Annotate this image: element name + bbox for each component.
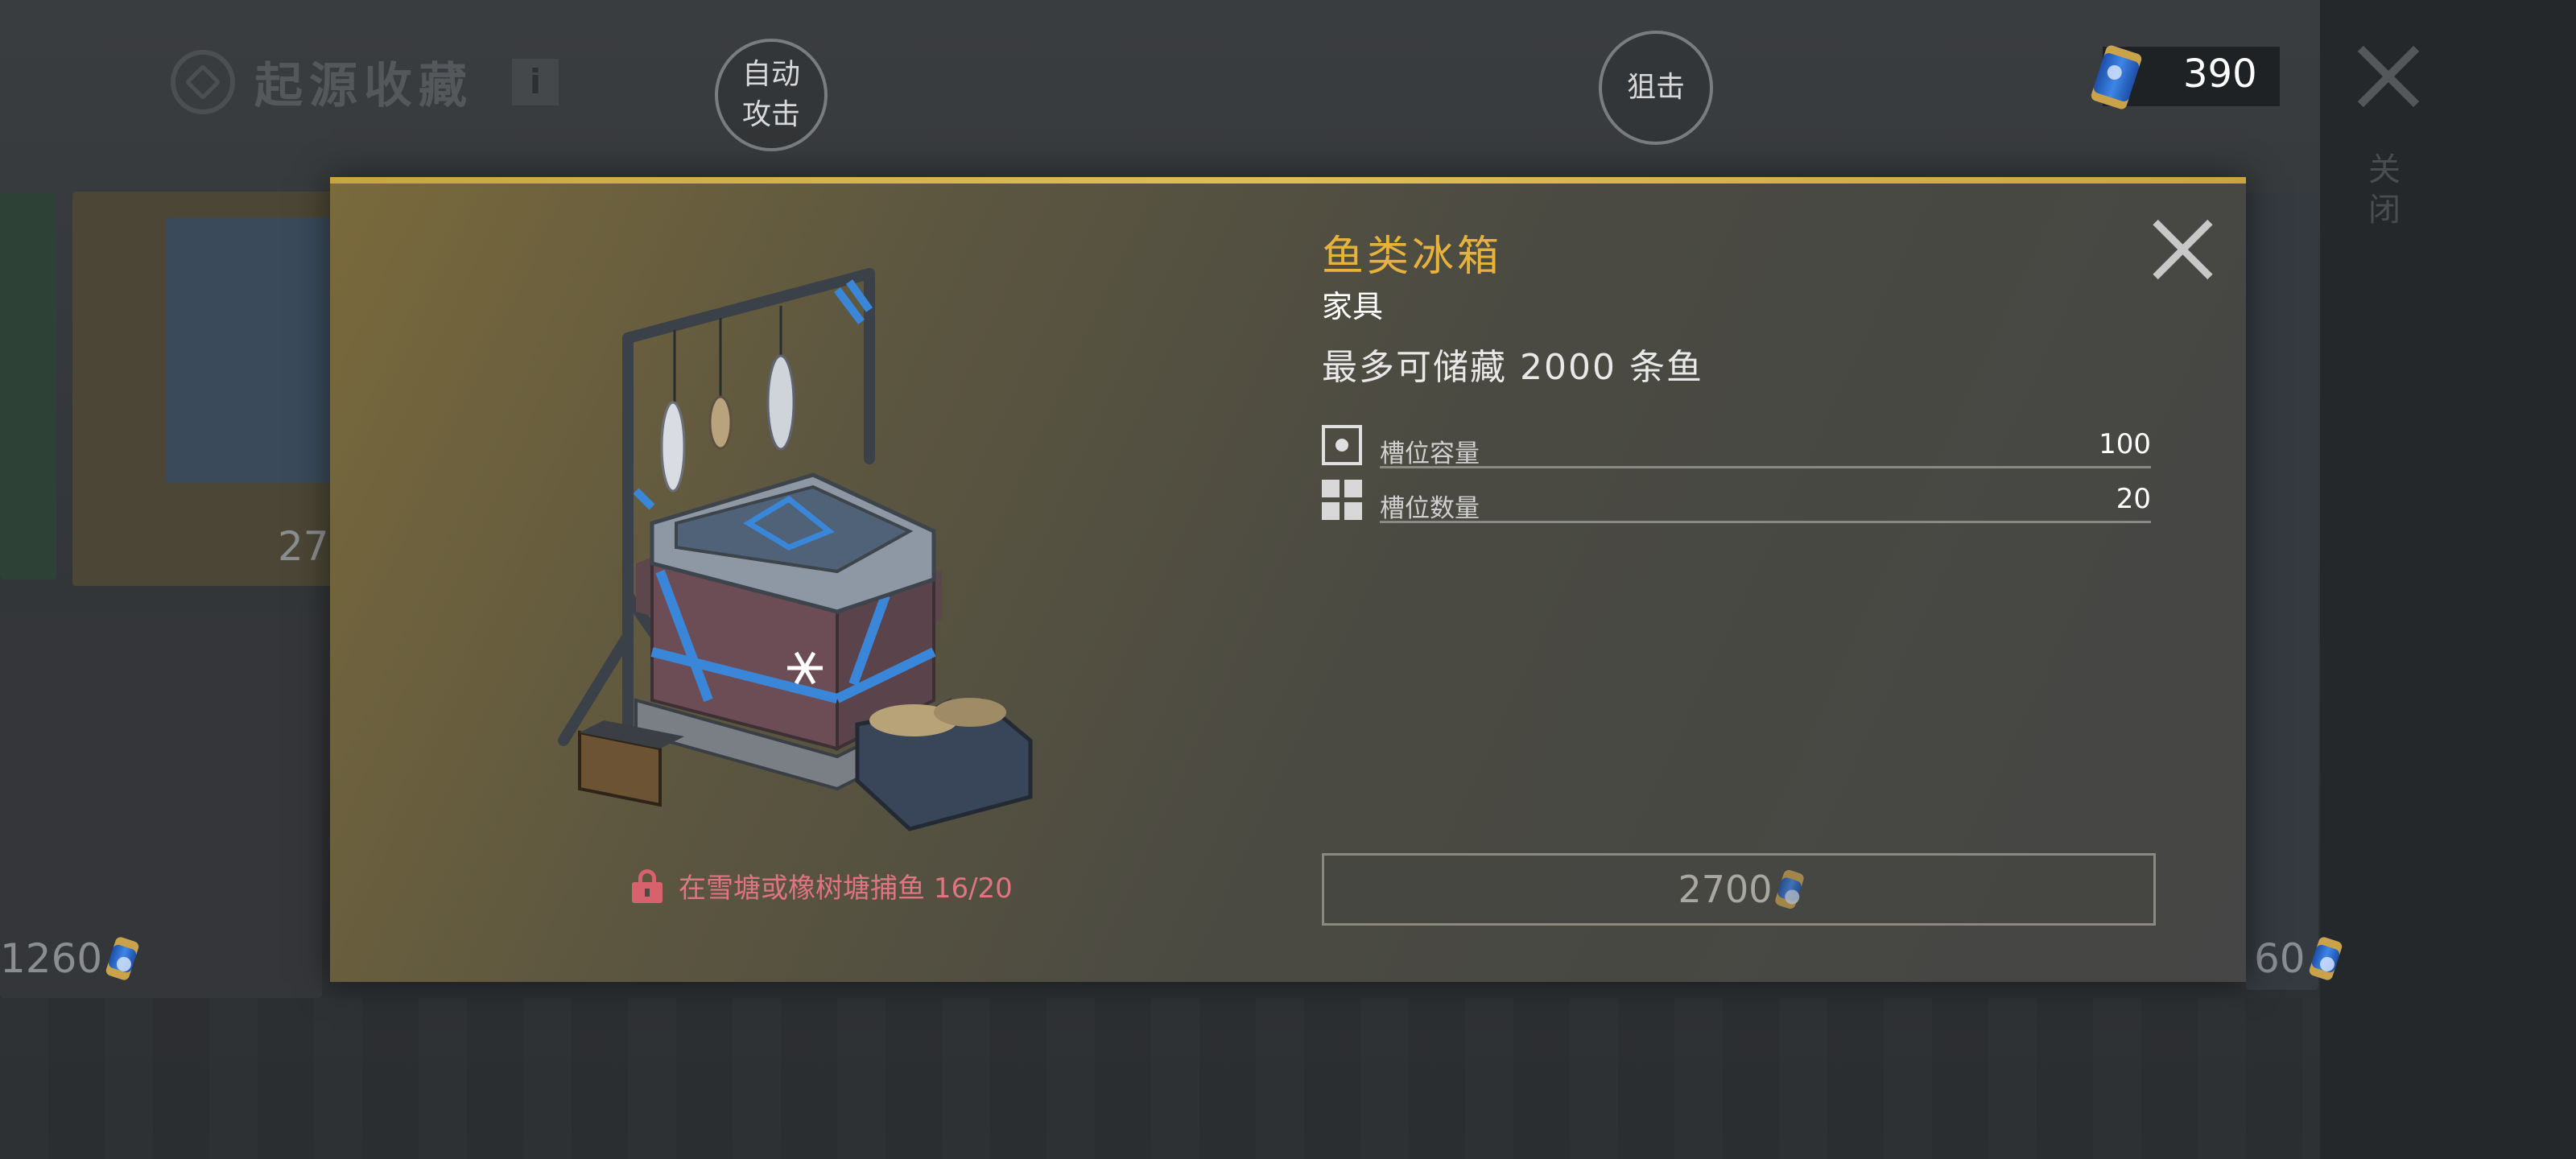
fish-cooler-illustration — [558, 268, 1033, 831]
purchase-price: 2700 — [1678, 868, 1773, 911]
snipe-button[interactable]: 狙击 — [1599, 31, 1713, 145]
collection-title: 起源收藏 — [254, 58, 473, 114]
purchase-button[interactable]: 2700 — [1322, 853, 2156, 926]
bg-card-price-right: 60 — [2254, 935, 2343, 982]
info-icon[interactable]: i — [512, 58, 559, 105]
stat-value: 100 — [2099, 428, 2151, 460]
item-description: 最多可储藏 2000 条鱼 — [1322, 347, 1703, 388]
stat-divider — [1380, 466, 2151, 468]
auto-attack-button[interactable]: 自动 攻击 — [715, 39, 828, 151]
close-label[interactable]: 关闭 — [2368, 150, 2401, 230]
bg-card-price-value: 1260 — [0, 935, 103, 982]
item-detail-modal: 在雪塘或橡树塘捕鱼 16/20 鱼类冰箱 家具 最多可储藏 2000 条鱼 槽位… — [330, 177, 2246, 982]
currency-amount: 390 — [2183, 52, 2257, 97]
currency-display: 390 — [2090, 43, 2280, 111]
bg-card-image — [165, 217, 334, 483]
bg-card-edge — [0, 193, 56, 580]
slot-count-icon — [1322, 480, 1362, 520]
bg-floor — [0, 998, 2320, 1159]
lock-icon — [632, 868, 663, 903]
stat-label: 槽位数量 — [1380, 494, 1480, 523]
stat-divider — [1380, 521, 2151, 523]
stat-row-slot-capacity: 槽位容量 100 — [1322, 425, 2151, 468]
item-name: 鱼类冰箱 — [1322, 233, 1503, 281]
item-type: 家具 — [1322, 289, 1384, 324]
unlock-requirement-text: 在雪塘或橡树塘捕鱼 16/20 — [679, 872, 1013, 905]
bg-card-price-value: 60 — [2254, 935, 2306, 982]
close-icon[interactable] — [2352, 40, 2425, 113]
bg-card-price: 1260 — [0, 935, 141, 982]
collection-logo-icon — [171, 49, 235, 114]
unlock-requirement: 在雪塘或橡树塘捕鱼 16/20 — [632, 866, 1013, 905]
modal-close-icon[interactable] — [2151, 217, 2215, 282]
stat-row-slot-count: 槽位数量 20 — [1322, 480, 2151, 523]
collection-header: 起源收藏 i — [171, 47, 559, 117]
bg-character-card[interactable] — [2246, 193, 2318, 990]
currency-can-icon — [1773, 868, 1806, 910]
right-side-panel — [2320, 0, 2576, 1159]
slot-capacity-icon — [1322, 425, 1362, 465]
modal-top-accent — [330, 177, 2246, 184]
stat-value: 20 — [2116, 483, 2151, 515]
stat-label: 槽位容量 — [1380, 439, 1480, 468]
